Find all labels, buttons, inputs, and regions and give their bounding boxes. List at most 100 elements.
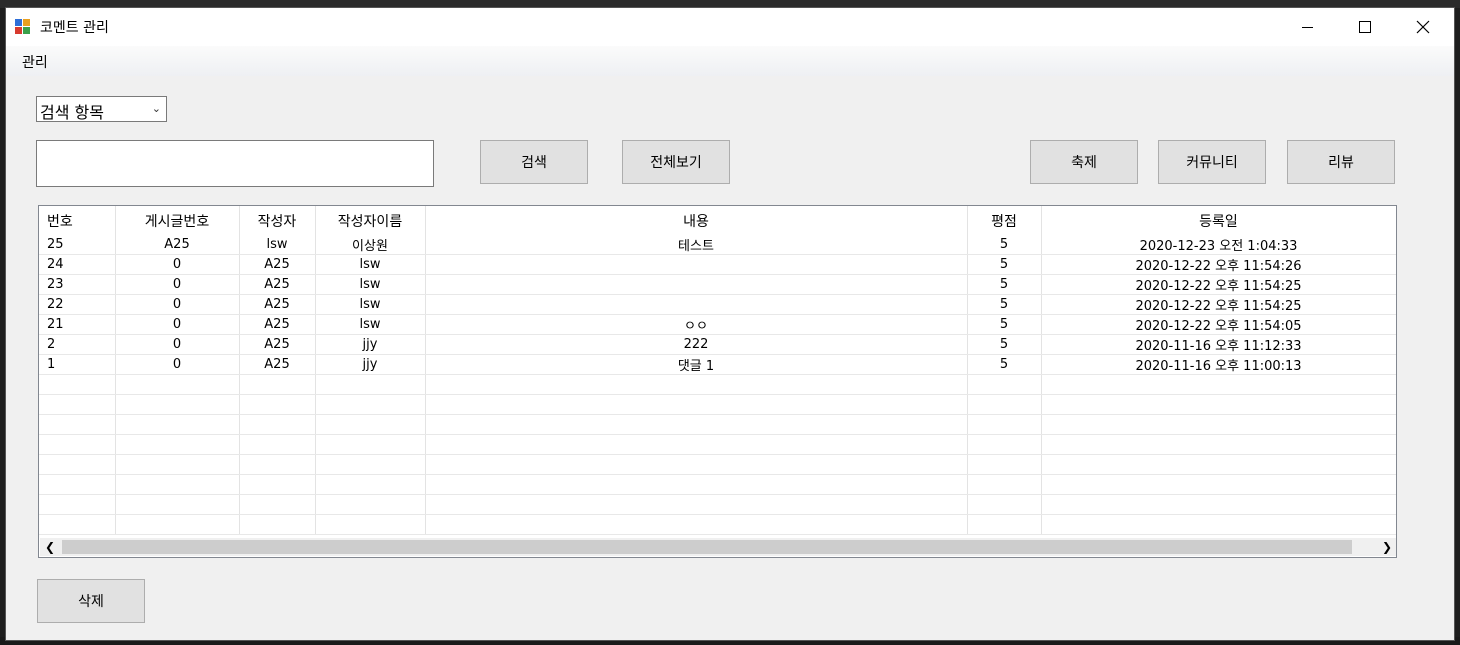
minimize-button[interactable] <box>1278 8 1336 46</box>
table-cell-empty <box>39 494 116 515</box>
table-cell[interactable]: 2 <box>39 334 116 355</box>
table-cell[interactable]: 2020-12-22 오후 11:54:26 <box>1041 254 1396 275</box>
table-cell[interactable]: 2020-12-22 오후 11:54:25 <box>1041 294 1396 315</box>
review-button[interactable]: 리뷰 <box>1287 140 1395 184</box>
table-cell[interactable]: A25 <box>239 254 316 275</box>
table-cell[interactable]: 1 <box>39 354 116 375</box>
table-cell[interactable]: 0 <box>115 294 240 315</box>
table-cell[interactable]: 0 <box>115 314 240 335</box>
horizontal-scrollbar[interactable]: ❮ ❯ <box>40 538 1396 556</box>
table-cell[interactable] <box>425 274 968 295</box>
table-cell[interactable]: 5 <box>967 334 1042 355</box>
table-cell[interactable]: lsw <box>315 294 426 315</box>
table-cell[interactable]: lsw <box>315 314 426 335</box>
table-cell[interactable]: 2020-12-23 오전 1:04:33 <box>1041 235 1396 255</box>
table-cell-empty <box>115 374 240 395</box>
show-all-button[interactable]: 전체보기 <box>622 140 730 184</box>
comment-grid[interactable]: 번호 게시글번호 작성자 작성자이름 내용 평점 등록일 25 A25 lsw 이상원… <box>38 205 1397 558</box>
table-cell-empty <box>115 414 240 435</box>
table-cell[interactable]: 테스트 <box>425 235 968 255</box>
table-cell[interactable]: 5 <box>967 254 1042 275</box>
table-cell[interactable]: 5 <box>967 354 1042 375</box>
table-cell[interactable]: 0 <box>115 254 240 275</box>
table-cell[interactable]: 22 <box>39 294 116 315</box>
table-cell[interactable]: 2020-11-16 오후 11:12:33 <box>1041 334 1396 355</box>
community-button[interactable]: 커뮤니티 <box>1158 140 1266 184</box>
table-cell-empty <box>115 454 240 475</box>
column-header-rating[interactable]: 평점 <box>967 206 1042 235</box>
table-cell[interactable]: 0 <box>115 354 240 375</box>
table-cell-empty <box>315 394 426 415</box>
table-cell[interactable]: 0 <box>115 274 240 295</box>
close-button[interactable] <box>1394 8 1452 46</box>
table-row[interactable]: 22 0 A25 lsw 5 2020-12-22 오후 11:54:25 <box>39 294 1396 315</box>
table-cell-empty <box>1041 414 1396 435</box>
table-cell[interactable]: 댓글 1 <box>425 354 968 375</box>
table-cell[interactable]: 2020-12-22 오후 11:54:05 <box>1041 314 1396 335</box>
scroll-right-icon[interactable]: ❯ <box>1377 538 1396 556</box>
search-input[interactable] <box>36 140 434 187</box>
table-cell-empty <box>425 394 968 415</box>
table-row[interactable]: 2 0 A25 jjy 222 5 2020-11-16 오후 11:12:33 <box>39 334 1396 355</box>
table-cell[interactable]: jjy <box>315 334 426 355</box>
table-cell[interactable]: 25 <box>39 235 116 255</box>
column-header-post-number[interactable]: 게시글번호 <box>115 206 240 235</box>
title-bar[interactable]: 코멘트 관리 <box>6 8 1454 46</box>
table-cell[interactable] <box>425 254 968 275</box>
table-cell[interactable]: 222 <box>425 334 968 355</box>
table-cell[interactable]: 24 <box>39 254 116 275</box>
column-header-date[interactable]: 등록일 <box>1041 206 1396 235</box>
table-cell[interactable]: 5 <box>967 294 1042 315</box>
table-row[interactable]: 21 0 A25 lsw ㅇㅇ 5 2020-12-22 오후 11:54:05 <box>39 314 1396 335</box>
table-row[interactable]: 1 0 A25 jjy 댓글 1 5 2020-11-16 오후 11:00:13 <box>39 354 1396 375</box>
table-cell-empty <box>425 374 968 395</box>
comment-management-window: 코멘트 관리 관리 검색 항목 ⌄ 검색 전체보기 축제 커뮤니티 리뷰 번호 … <box>5 7 1455 641</box>
table-cell[interactable]: A25 <box>239 294 316 315</box>
table-cell[interactable]: 5 <box>967 274 1042 295</box>
scrollbar-thumb[interactable] <box>62 540 1352 554</box>
table-cell[interactable]: 이상원 <box>315 235 426 255</box>
table-cell-empty <box>39 394 116 415</box>
table-cell-empty <box>315 494 426 515</box>
table-cell[interactable]: A25 <box>239 274 316 295</box>
table-cell[interactable]: 2020-12-22 오후 11:54:25 <box>1041 274 1396 295</box>
table-cell[interactable]: A25 <box>115 235 240 255</box>
table-cell[interactable]: lsw <box>315 274 426 295</box>
delete-button[interactable]: 삭제 <box>37 579 145 623</box>
table-cell[interactable] <box>425 294 968 315</box>
table-cell-empty <box>39 374 116 395</box>
column-header-author-name[interactable]: 작성자이름 <box>315 206 426 235</box>
table-cell[interactable]: 2020-11-16 오후 11:00:13 <box>1041 354 1396 375</box>
table-cell-empty <box>39 474 116 495</box>
search-field-combo[interactable]: 검색 항목 ⌄ <box>36 96 167 122</box>
table-cell[interactable]: A25 <box>239 334 316 355</box>
menu-item-manage[interactable]: 관리 <box>18 52 52 72</box>
search-button[interactable]: 검색 <box>480 140 588 184</box>
table-cell[interactable]: 0 <box>115 334 240 355</box>
column-header-number[interactable]: 번호 <box>39 206 116 235</box>
festival-button[interactable]: 축제 <box>1030 140 1138 184</box>
table-cell-empty <box>115 474 240 495</box>
comment-table: 번호 게시글번호 작성자 작성자이름 내용 평점 등록일 25 A25 lsw 이상원… <box>39 206 1396 535</box>
maximize-button[interactable] <box>1336 8 1394 46</box>
table-row[interactable]: 25 A25 lsw 이상원 테스트 5 2020-12-23 오전 1:04:33 <box>39 235 1396 255</box>
table-cell[interactable]: A25 <box>239 354 316 375</box>
table-cell[interactable]: 5 <box>967 235 1042 255</box>
table-cell[interactable]: 21 <box>39 314 116 335</box>
table-cell-empty <box>315 414 426 435</box>
table-cell[interactable]: lsw <box>239 235 316 255</box>
table-cell[interactable]: ㅇㅇ <box>425 314 968 335</box>
maximize-icon <box>1359 21 1371 33</box>
table-cell[interactable]: 5 <box>967 314 1042 335</box>
table-cell[interactable]: lsw <box>315 254 426 275</box>
table-cell-empty <box>115 494 240 515</box>
table-row[interactable]: 23 0 A25 lsw 5 2020-12-22 오후 11:54:25 <box>39 274 1396 295</box>
column-header-author[interactable]: 작성자 <box>239 206 316 235</box>
table-cell[interactable]: jjy <box>315 354 426 375</box>
table-cell-empty <box>239 494 316 515</box>
table-cell[interactable]: 23 <box>39 274 116 295</box>
table-cell[interactable]: A25 <box>239 314 316 335</box>
table-row[interactable]: 24 0 A25 lsw 5 2020-12-22 오후 11:54:26 <box>39 254 1396 275</box>
column-header-content[interactable]: 내용 <box>425 206 968 235</box>
scroll-left-icon[interactable]: ❮ <box>40 538 60 556</box>
